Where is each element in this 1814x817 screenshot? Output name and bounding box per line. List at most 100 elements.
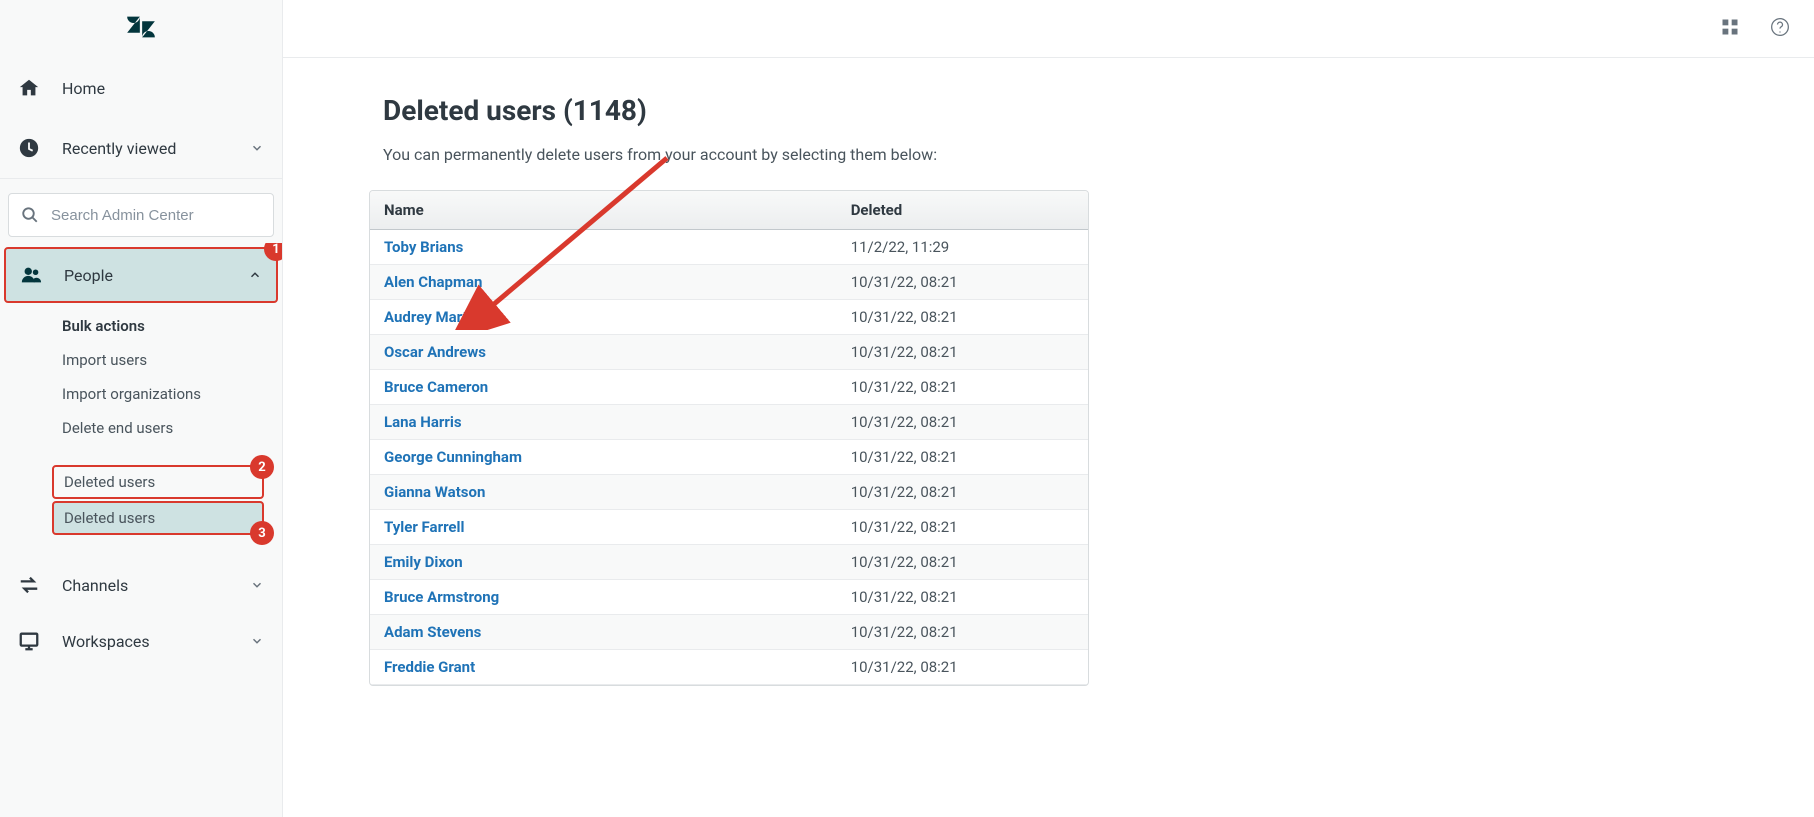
user-link[interactable]: Adam Stevens bbox=[384, 623, 481, 641]
table-row[interactable]: Tyler Farrell10/31/22, 08:21 bbox=[370, 510, 1088, 545]
cell-name: Oscar Andrews bbox=[370, 335, 837, 370]
table-row[interactable]: George Cunningham 10/31/22, 08:21 bbox=[370, 440, 1088, 475]
clock-icon bbox=[18, 137, 40, 159]
topbar bbox=[283, 0, 1814, 58]
sub-group-bulk-actions: Bulk actions bbox=[0, 307, 282, 343]
th-deleted[interactable]: Deleted bbox=[837, 191, 1088, 230]
table-row[interactable]: Lana Harris 10/31/22, 08:21 bbox=[370, 405, 1088, 440]
apps-icon[interactable] bbox=[1720, 17, 1740, 41]
section-workspaces[interactable]: Workspaces bbox=[0, 613, 282, 669]
table-row[interactable]: Adam Stevens 10/31/22, 08:21 bbox=[370, 615, 1088, 650]
user-link[interactable]: Bruce Armstrong bbox=[384, 588, 499, 606]
user-link[interactable]: Audrey Martin bbox=[384, 308, 480, 326]
cell-name: George Cunningham bbox=[370, 440, 837, 475]
zendesk-logo-icon bbox=[126, 12, 156, 46]
section-wrap: People 1 Bulk actions Import users Impor… bbox=[0, 243, 282, 817]
user-link[interactable]: Alen Chapman bbox=[384, 273, 482, 291]
user-link[interactable]: Lana Harris bbox=[384, 413, 462, 431]
table-row[interactable]: Freddie Grant 10/31/22, 08:21 bbox=[370, 650, 1088, 685]
cell-name: Lana Harris bbox=[370, 405, 837, 440]
user-link[interactable]: Gianna Watson bbox=[384, 483, 485, 501]
user-link[interactable]: George Cunningham bbox=[384, 448, 522, 466]
sub-import-orgs[interactable]: Import organizations bbox=[0, 377, 282, 411]
cell-deleted: 10/31/22, 08:21 bbox=[837, 440, 1088, 475]
table-row[interactable]: Alen Chapman 10/31/22, 08:21 bbox=[370, 265, 1088, 300]
nav-recent[interactable]: Recently viewed bbox=[0, 118, 282, 178]
cell-name: Adam Stevens bbox=[370, 615, 837, 650]
chevron-down-icon bbox=[250, 634, 264, 648]
deleted-users-table: Name Deleted Toby Brians11/2/22, 11:29Al… bbox=[370, 191, 1088, 685]
channels-icon bbox=[18, 574, 40, 596]
table-row[interactable]: Oscar Andrews 10/31/22, 08:21 bbox=[370, 335, 1088, 370]
search-wrap bbox=[0, 179, 282, 243]
cell-deleted: 10/31/22, 08:21 bbox=[837, 405, 1088, 440]
table-row[interactable]: Emily Dixon 10/31/22, 08:21 bbox=[370, 545, 1088, 580]
cell-deleted: 11/2/22, 11:29 bbox=[837, 230, 1088, 265]
cell-name: Freddie Grant bbox=[370, 650, 837, 685]
annotation-badge-3: 3 bbox=[250, 521, 274, 545]
table-body: Toby Brians 11/2/22, 11:29 Alen Chapman 10/… bbox=[370, 230, 1088, 685]
nav-recent-label: Recently viewed bbox=[62, 139, 228, 158]
sub-deleted-users-1[interactable]: Deleted users 2 bbox=[52, 465, 264, 499]
nav-top: Home Recently viewed bbox=[0, 58, 282, 179]
cell-name: Bruce Cameron bbox=[370, 370, 837, 405]
table-wrap: Name Deleted Toby Brians11/2/22, 11:29Al… bbox=[369, 190, 1089, 686]
section-channels[interactable]: Channels bbox=[0, 557, 282, 613]
user-link[interactable]: Bruce Cameron bbox=[384, 378, 488, 396]
cell-deleted: 10/31/22, 08:21 bbox=[837, 545, 1088, 580]
cell-deleted: 10/31/22, 08:21 bbox=[837, 370, 1088, 405]
help-icon[interactable] bbox=[1770, 17, 1790, 41]
cell-deleted: 10/31/22, 08:21 bbox=[837, 335, 1088, 370]
content: Deleted users (1148) You can permanently… bbox=[283, 58, 1814, 817]
sub-import-users[interactable]: Import users bbox=[0, 343, 282, 377]
user-link[interactable]: Oscar Andrews bbox=[384, 343, 486, 361]
table-row[interactable]: Gianna Watson 10/31/22, 08:21 bbox=[370, 475, 1088, 510]
nav-home[interactable]: Home bbox=[0, 58, 282, 118]
th-name[interactable]: Name bbox=[370, 191, 837, 230]
sub-deleted-users-1-label: Deleted users bbox=[64, 473, 155, 491]
table-row[interactable]: Bruce Armstrong 10/31/22, 08:21 bbox=[370, 580, 1088, 615]
section-people[interactable]: People 1 bbox=[4, 247, 278, 303]
main: Deleted users (1148) You can permanently… bbox=[283, 0, 1814, 817]
cell-deleted: 10/31/22, 08:21 bbox=[837, 300, 1088, 335]
home-icon bbox=[18, 77, 40, 99]
annotation-badge-1: 1 bbox=[264, 243, 282, 261]
section-people-label: People bbox=[64, 266, 226, 285]
user-link[interactable]: Toby Brians bbox=[384, 238, 463, 256]
cell-deleted: 10/31/22, 08:21 bbox=[837, 475, 1088, 510]
user-link[interactable]: Freddie Grant bbox=[384, 658, 475, 676]
sub-delete-end-users[interactable]: Delete end users bbox=[0, 411, 282, 445]
cell-name: Audrey Martin bbox=[370, 300, 837, 335]
cell-name: Alen Chapman bbox=[370, 265, 837, 300]
people-icon bbox=[20, 264, 42, 286]
search-icon bbox=[21, 206, 39, 224]
user-link[interactable]: Tyler Farrell bbox=[384, 518, 464, 536]
table-row[interactable]: Audrey Martin 10/31/22, 08:21 bbox=[370, 300, 1088, 335]
table-row[interactable]: Toby Brians 11/2/22, 11:29 bbox=[370, 230, 1088, 265]
cell-name: Bruce Armstrong bbox=[370, 580, 837, 615]
cell-name: Tyler Farrell bbox=[370, 510, 837, 545]
section-channels-label: Channels bbox=[62, 576, 228, 595]
logo-row bbox=[0, 0, 282, 58]
cell-deleted: 10/31/22, 08:21 bbox=[837, 615, 1088, 650]
cell-name: Gianna Watson bbox=[370, 475, 837, 510]
chevron-down-icon bbox=[250, 141, 264, 155]
user-link[interactable]: Emily Dixon bbox=[384, 553, 463, 571]
cell-deleted: 10/31/22, 08:21 bbox=[837, 265, 1088, 300]
page-title: Deleted users (1148) bbox=[383, 94, 1714, 127]
sub-deleted-users-2[interactable]: Deleted users 3 bbox=[52, 501, 264, 535]
page-subtitle: You can permanently delete users from yo… bbox=[383, 145, 1714, 164]
annotation-badge-2: 2 bbox=[250, 455, 274, 479]
table-row[interactable]: Bruce Cameron 10/31/22, 08:21 bbox=[370, 370, 1088, 405]
sub-deleted-users-2-label: Deleted users bbox=[64, 509, 155, 527]
search-input[interactable] bbox=[49, 206, 261, 225]
nav-home-label: Home bbox=[62, 79, 264, 98]
chevron-down-icon bbox=[250, 578, 264, 592]
sidebar: Home Recently viewed People 1 Bulk actio… bbox=[0, 0, 283, 817]
section-workspaces-label: Workspaces bbox=[62, 632, 228, 651]
chevron-up-icon bbox=[248, 268, 262, 282]
cell-name: Emily Dixon bbox=[370, 545, 837, 580]
cell-deleted: 10/31/22, 08:21 bbox=[837, 650, 1088, 685]
cell-deleted: 10/31/22, 08:21 bbox=[837, 580, 1088, 615]
search-box[interactable] bbox=[8, 193, 274, 237]
